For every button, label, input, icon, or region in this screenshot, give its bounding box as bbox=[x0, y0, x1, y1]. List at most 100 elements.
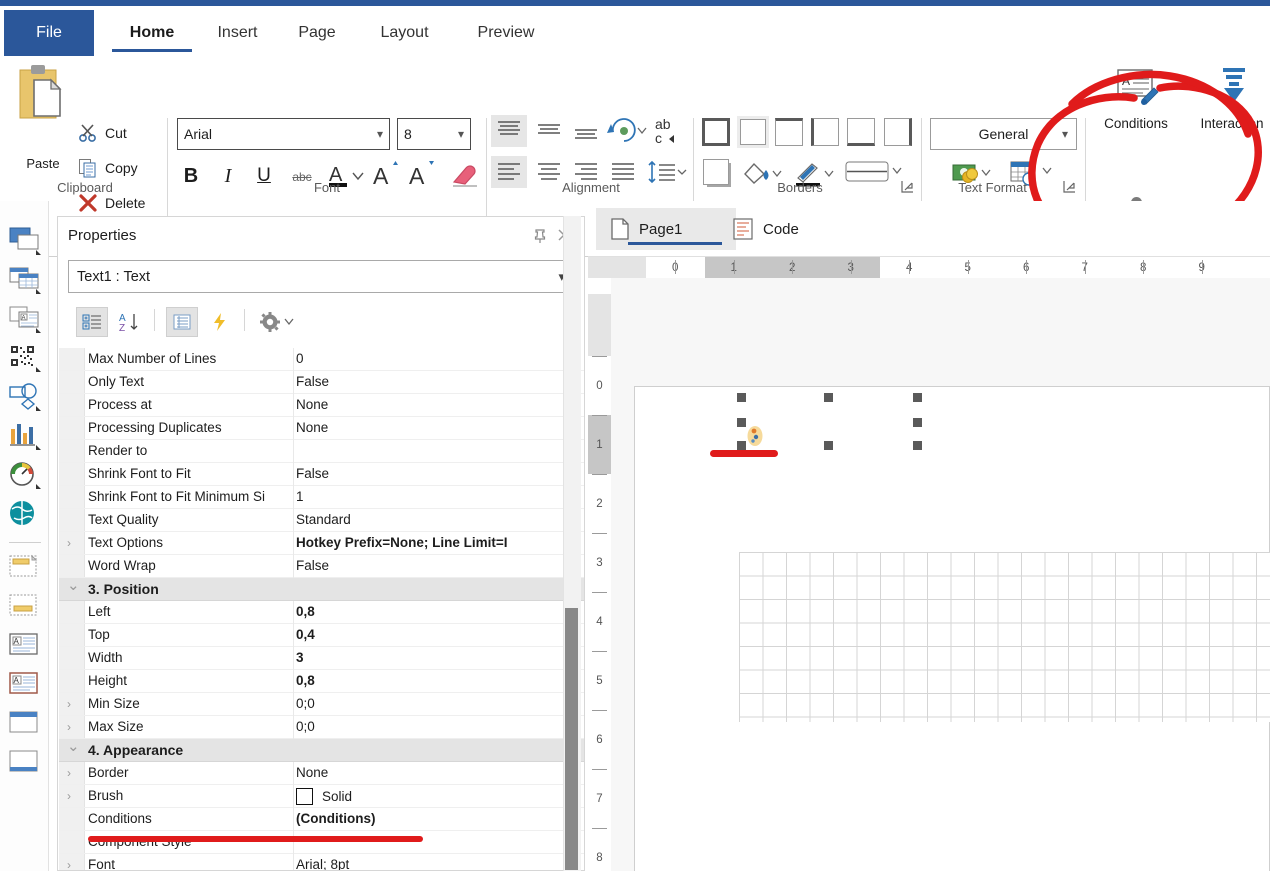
property-row[interactable]: Render to bbox=[59, 440, 584, 463]
toolbox-item-gauge[interactable] bbox=[8, 460, 42, 494]
text-format-dialog-launcher[interactable] bbox=[1063, 180, 1077, 194]
property-row[interactable]: Shrink Font to Fit False bbox=[59, 463, 584, 486]
options-button[interactable] bbox=[256, 307, 300, 337]
selection-handle-br[interactable] bbox=[913, 441, 922, 450]
border-none-button[interactable] bbox=[737, 116, 769, 148]
property-value[interactable] bbox=[296, 443, 581, 462]
tab-home[interactable]: Home bbox=[104, 10, 200, 56]
chevron-down-icon[interactable]: ⌄ bbox=[67, 739, 80, 754]
design-tab-page1[interactable]: Page1 bbox=[596, 208, 736, 250]
toolbox-item-container[interactable] bbox=[8, 748, 42, 782]
color-swatch[interactable] bbox=[296, 788, 313, 805]
tab-file[interactable]: File bbox=[4, 10, 94, 56]
property-row[interactable]: Max Number of Lines 0 bbox=[59, 348, 584, 371]
property-value[interactable]: Solid bbox=[296, 788, 581, 807]
property-row[interactable]: › Border None bbox=[59, 762, 584, 785]
property-row[interactable]: Component Style bbox=[59, 831, 584, 854]
property-row[interactable]: Word Wrap False bbox=[59, 555, 584, 578]
copy-button[interactable]: Copy bbox=[78, 153, 138, 183]
alphabetical-sort-button[interactable]: A Z bbox=[113, 307, 145, 337]
report-band[interactable] bbox=[739, 552, 1270, 722]
text-format-combo[interactable]: General ▾ bbox=[930, 118, 1077, 150]
border-top-button[interactable] bbox=[775, 118, 803, 146]
align-top-button[interactable] bbox=[491, 115, 527, 147]
border-right-button[interactable] bbox=[884, 118, 912, 146]
borders-dialog-launcher[interactable] bbox=[901, 180, 915, 194]
toolbox-item-rich-text[interactable]: A bbox=[8, 670, 42, 704]
categorized-view-button[interactable] bbox=[76, 307, 108, 337]
align-bottom-button[interactable] bbox=[568, 115, 604, 147]
pin-icon[interactable] bbox=[532, 228, 548, 244]
tab-insert[interactable]: Insert bbox=[190, 10, 285, 56]
property-row[interactable]: › Min Size 0;0 bbox=[59, 693, 584, 716]
font-size-combo[interactable]: 8 ▾ bbox=[397, 118, 471, 150]
interaction-button[interactable]: Interaction bbox=[1186, 64, 1270, 131]
wrap-text-button[interactable]: ab c bbox=[652, 114, 686, 148]
selection-handle-bc[interactable] bbox=[824, 441, 833, 450]
chevron-right-icon[interactable]: › bbox=[67, 858, 79, 870]
property-category-row[interactable]: ⌄ 3. Position bbox=[59, 578, 584, 601]
property-value[interactable]: 0 bbox=[296, 351, 581, 370]
property-row[interactable]: Left 0,8 bbox=[59, 601, 584, 624]
horizontal-ruler[interactable]: 0123456789 bbox=[588, 257, 1270, 278]
chevron-right-icon[interactable]: › bbox=[67, 697, 79, 711]
toolbox-item-bands[interactable] bbox=[8, 226, 42, 260]
property-value[interactable]: 0,8 bbox=[296, 673, 581, 692]
align-middle-button[interactable] bbox=[531, 115, 567, 147]
text-rotation-button[interactable] bbox=[607, 114, 649, 148]
tab-layout[interactable]: Layout bbox=[352, 10, 457, 56]
property-value[interactable]: False bbox=[296, 558, 581, 577]
selection-handle-tr[interactable] bbox=[913, 393, 922, 402]
property-row[interactable]: Only Text False bbox=[59, 371, 584, 394]
property-value[interactable]: 0,8 bbox=[296, 604, 581, 623]
property-value[interactable]: None bbox=[296, 765, 581, 784]
property-row[interactable]: Process at None bbox=[59, 394, 584, 417]
toolbox-item-panel[interactable] bbox=[8, 709, 42, 743]
property-value[interactable]: Standard bbox=[296, 512, 581, 531]
properties-view-button[interactable] bbox=[166, 307, 198, 337]
property-row[interactable]: Top 0,4 bbox=[59, 624, 584, 647]
property-row[interactable]: Shrink Font to Fit Minimum Si 1 bbox=[59, 486, 584, 509]
property-row[interactable]: Conditions (Conditions) bbox=[59, 808, 584, 831]
chevron-right-icon[interactable]: › bbox=[67, 789, 79, 803]
property-value[interactable]: 3 bbox=[296, 650, 581, 669]
chevron-right-icon[interactable]: › bbox=[67, 720, 79, 734]
toolbox-item-data-bands[interactable] bbox=[8, 265, 42, 299]
tab-page[interactable]: Page bbox=[272, 10, 362, 56]
property-row[interactable]: Width 3 bbox=[59, 647, 584, 670]
selection-handle-tc[interactable] bbox=[824, 393, 833, 402]
design-tab-code[interactable]: Code bbox=[718, 208, 852, 250]
property-row[interactable]: Text Quality Standard bbox=[59, 509, 584, 532]
toolbox-item-map[interactable] bbox=[8, 499, 42, 533]
property-value[interactable]: 0;0 bbox=[296, 696, 581, 715]
events-view-button[interactable] bbox=[204, 307, 236, 337]
chevron-right-icon[interactable]: › bbox=[67, 766, 79, 780]
property-value[interactable]: (Conditions) bbox=[296, 811, 581, 830]
properties-scrollbar-thumb[interactable] bbox=[565, 608, 578, 870]
conditions-marker-icon[interactable] bbox=[746, 425, 763, 446]
border-all-button[interactable] bbox=[702, 118, 730, 146]
conditions-button[interactable]: A Conditions bbox=[1090, 64, 1182, 131]
toolbox-item-page-header[interactable] bbox=[8, 553, 42, 587]
property-value[interactable]: False bbox=[296, 374, 581, 393]
border-left-button[interactable] bbox=[811, 118, 839, 146]
object-selector-combo[interactable]: Text1 : Text ▾ bbox=[68, 260, 574, 293]
design-canvas[interactable] bbox=[611, 278, 1270, 871]
property-value[interactable]: Hotkey Prefix=None; Line Limit=I bbox=[296, 535, 581, 554]
property-row[interactable]: › Font Arial; 8pt bbox=[59, 854, 584, 870]
property-row[interactable]: › Brush Solid bbox=[59, 785, 584, 808]
toolbox-item-chart[interactable] bbox=[8, 421, 42, 455]
property-value[interactable]: 1 bbox=[296, 489, 581, 508]
tab-preview[interactable]: Preview bbox=[447, 10, 565, 56]
property-value[interactable]: Arial; 8pt bbox=[296, 857, 581, 870]
vertical-ruler[interactable]: 0 1 2 3 4 5 6 7 8 bbox=[588, 294, 611, 871]
selection-handle-tl[interactable] bbox=[737, 393, 746, 402]
property-value[interactable]: None bbox=[296, 420, 581, 439]
font-family-combo[interactable]: Arial ▾ bbox=[177, 118, 390, 150]
selection-handle-ml[interactable] bbox=[737, 418, 746, 427]
chevron-right-icon[interactable]: › bbox=[67, 536, 79, 550]
toolbox-item-text-component[interactable]: A bbox=[8, 631, 42, 665]
property-value[interactable]: 0,4 bbox=[296, 627, 581, 646]
toolbox-item-page-footer[interactable] bbox=[8, 592, 42, 626]
property-row[interactable]: › Text Options Hotkey Prefix=None; Line Li… bbox=[59, 532, 584, 555]
